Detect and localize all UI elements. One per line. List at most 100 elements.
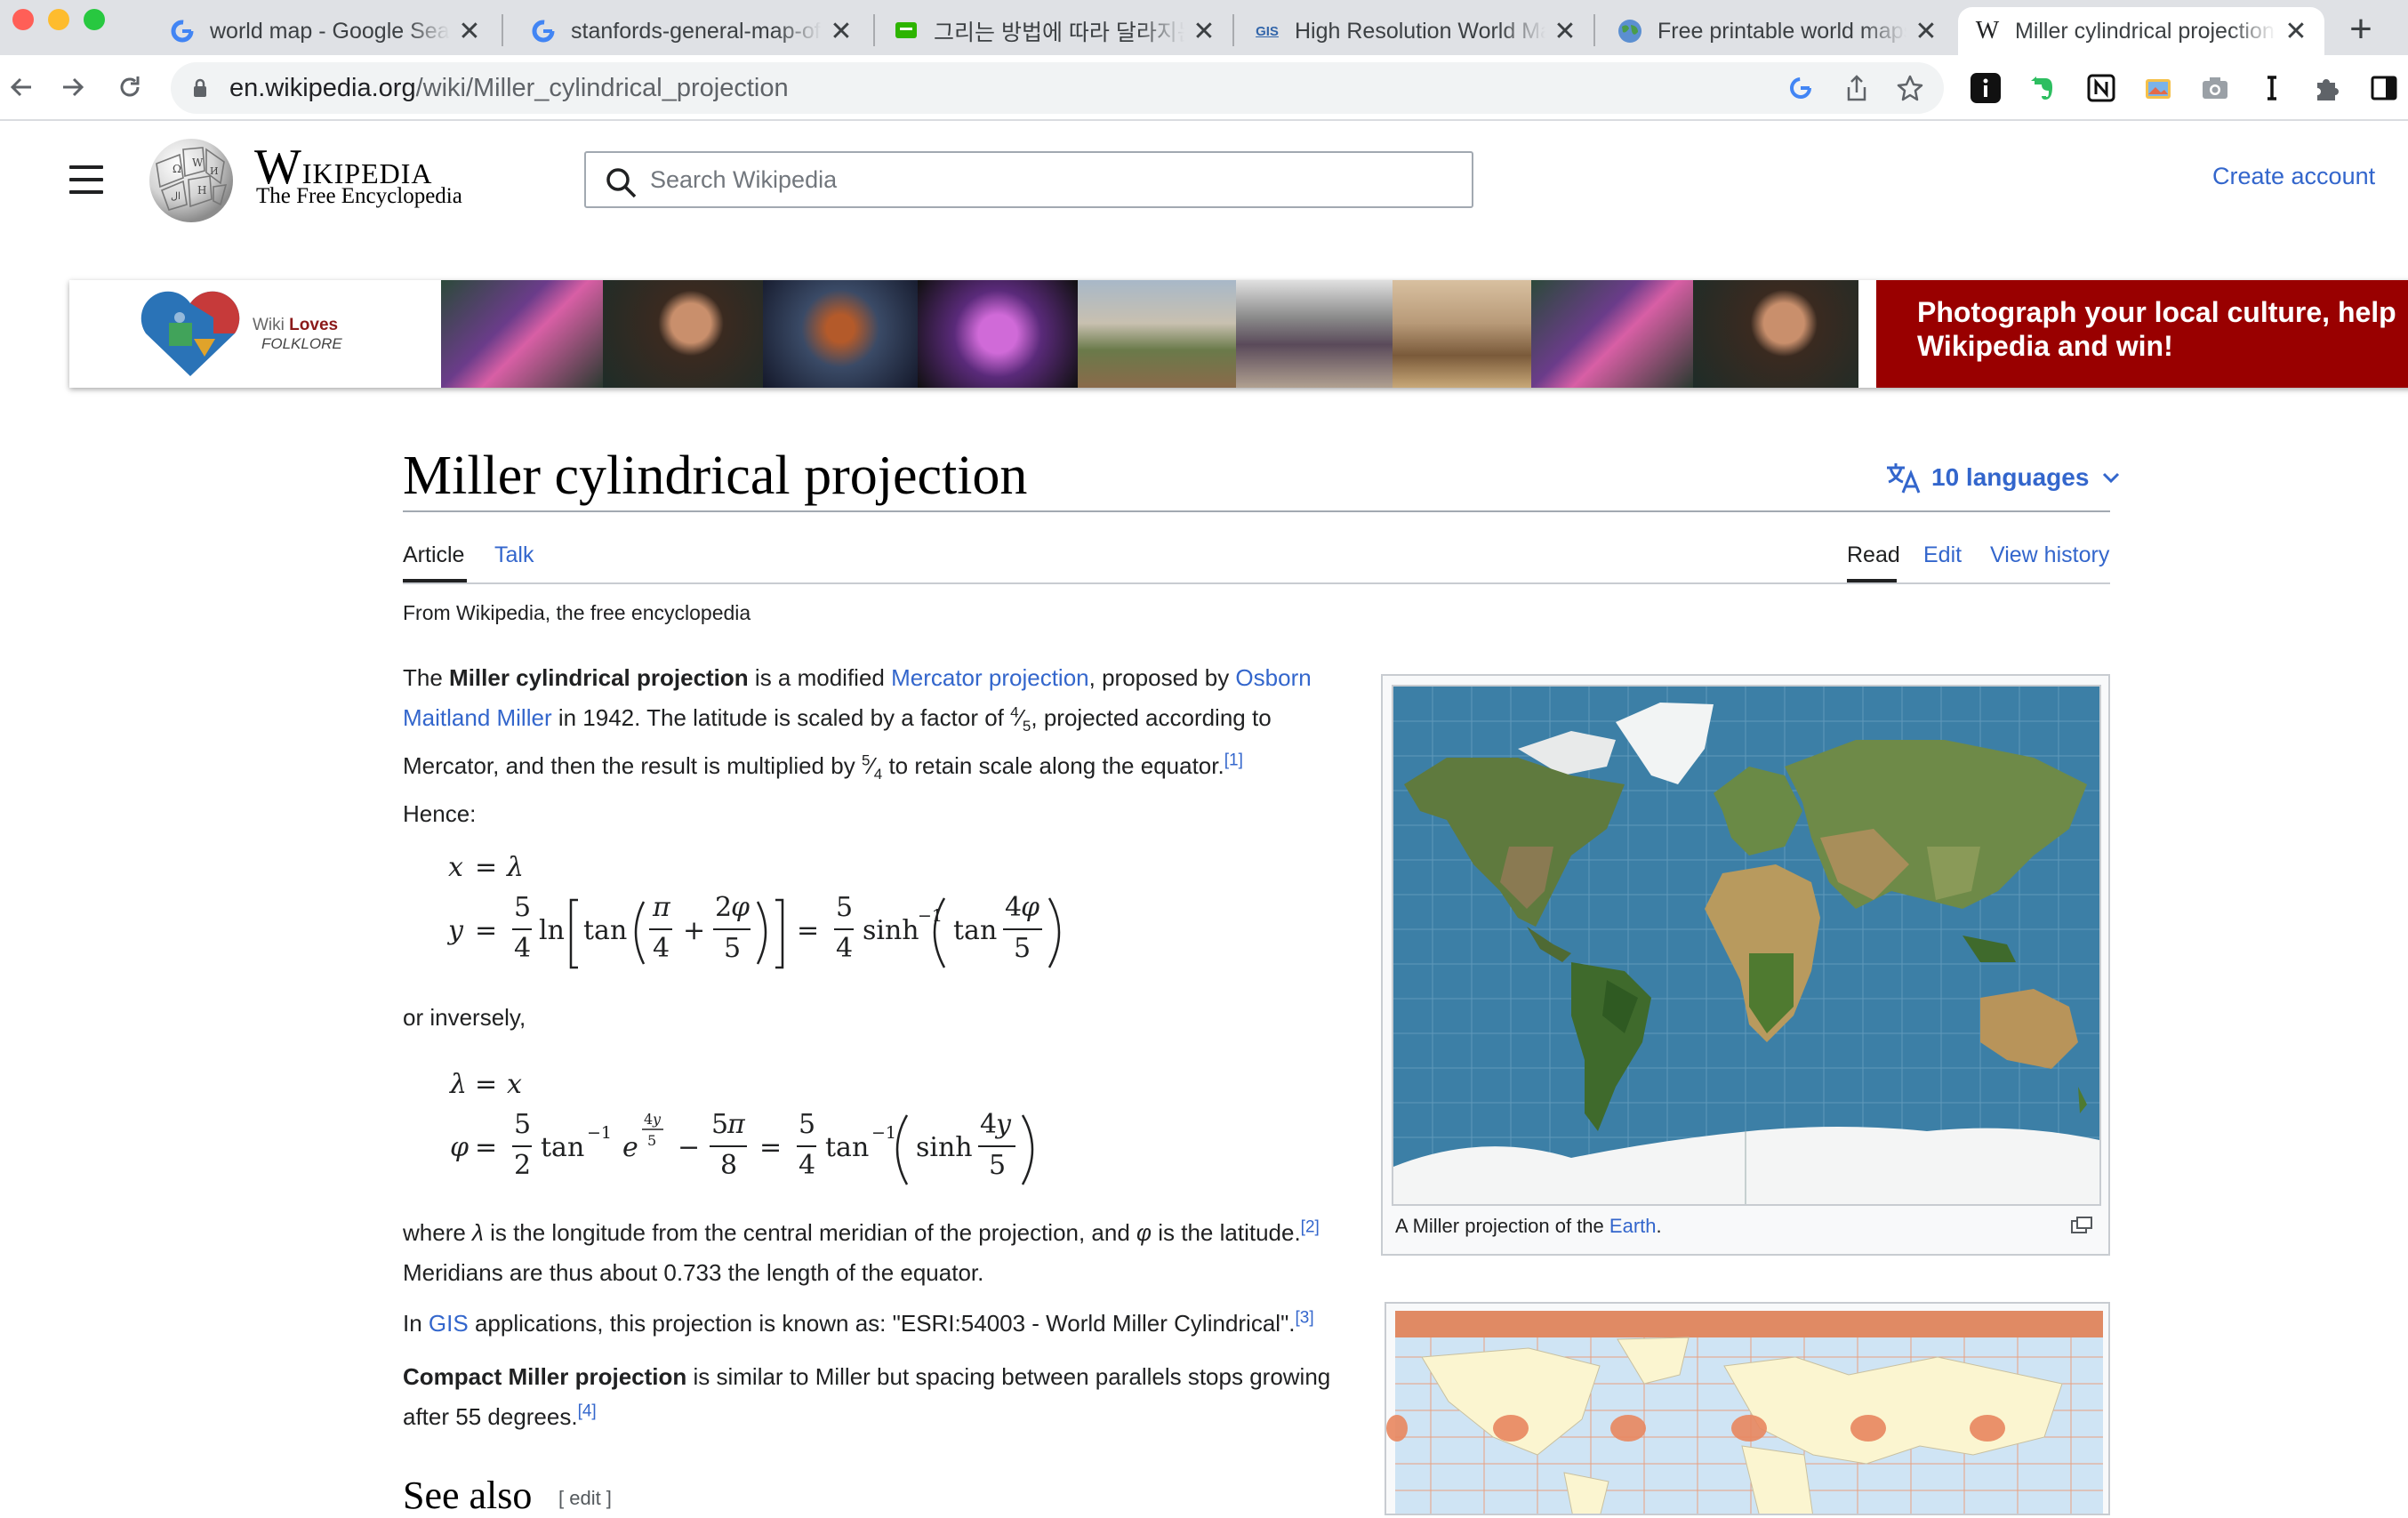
reference-2[interactable]: [2] (1301, 1217, 1320, 1236)
mercator-projection-link[interactable]: Mercator projection (891, 664, 1089, 691)
gis-paragraph: In GIS applications, this projection is … (403, 1308, 1314, 1337)
text-cursor-icon[interactable] (2253, 69, 2291, 107)
svg-text:x: x (448, 852, 463, 883)
evernote-icon[interactable] (2024, 69, 2061, 107)
wikipedia-globe-logo[interactable]: Ω W И H ال (148, 137, 235, 224)
tab-title: 그리는 방법에 따라 달라지는 세계지도 (934, 20, 1184, 45)
tab-close-icon[interactable]: ✕ (1553, 16, 1577, 47)
svg-text:φ: φ (1021, 892, 1039, 923)
globe-icon (1617, 18, 1643, 44)
share-icon[interactable] (1844, 74, 1869, 102)
gis-link[interactable]: GIS (429, 1310, 469, 1337)
enlarge-icon[interactable] (2071, 1217, 2092, 1234)
back-icon[interactable] (0, 66, 43, 108)
svg-text:=: = (475, 1132, 497, 1163)
tissot-map-thumbnail-box[interactable] (1385, 1302, 2110, 1515)
url-text[interactable]: en.wikipedia.org/wiki/Miller_cylindrical… (229, 74, 789, 103)
banner-photo (1078, 280, 1236, 388)
svg-text:8: 8 (720, 1150, 737, 1181)
reference-3[interactable]: [3] (1296, 1308, 1314, 1327)
banner-folklore: FOLKLORE (261, 335, 342, 352)
notion-icon[interactable] (2083, 69, 2120, 107)
reference-1[interactable]: [1] (1224, 751, 1243, 770)
maximize-window-button[interactable] (84, 9, 105, 30)
banner-photo (918, 280, 1078, 388)
info-extension-icon[interactable] (1967, 69, 2004, 107)
tissot-indicatrix-map (1386, 1311, 2103, 1514)
google-icon (169, 18, 196, 44)
svg-text:y: y (994, 1109, 1012, 1140)
svg-text:tan: tan (953, 915, 997, 946)
browser-tab[interactable]: 그리는 방법에 따라 달라지는 세계지도 ✕ (877, 7, 1232, 55)
new-tab-button[interactable]: + (2339, 7, 2383, 52)
wikipedia-tagline: The Free Encyclopedia (256, 184, 462, 208)
reload-icon[interactable] (108, 66, 151, 108)
banner-photo (1531, 280, 1693, 388)
svg-text:5: 5 (836, 892, 853, 923)
main-menu-icon[interactable] (69, 165, 103, 203)
browser-tab[interactable]: GIS High Resolution World Map ✕ (1238, 7, 1593, 55)
tab-read[interactable]: Read (1847, 542, 1900, 568)
search-box[interactable] (584, 151, 1473, 208)
browser-tab[interactable]: stanfords-general-map-of-the-world ✕ (514, 7, 870, 55)
earth-link[interactable]: Earth (1609, 1215, 1657, 1237)
google-lens-icon[interactable] (1787, 75, 1814, 101)
fraction-four-fifths: 4⁄5 (1010, 703, 1031, 735)
reference-4[interactable]: [4] (578, 1402, 597, 1420)
chevron-down-icon (2103, 472, 2120, 484)
tab-view-history[interactable]: View history (1990, 542, 2109, 568)
close-window-button[interactable] (12, 9, 34, 30)
wiki-loves-folklore-banner[interactable]: Wiki Loves FOLKLORE Photograph your loca… (69, 280, 2408, 388)
tab-talk[interactable]: Talk (494, 542, 534, 568)
banner-photo (763, 280, 918, 388)
inverse-formula: λ = x φ = 52 tan −1 e 4 y5 − 5π8 = 54 tan −… (449, 1069, 1034, 1185)
see-also-edit-link[interactable]: [ edit ] (558, 1487, 612, 1510)
camera-icon[interactable] (2196, 69, 2234, 107)
extensions-puzzle-icon[interactable] (2308, 69, 2346, 107)
browser-tab[interactable]: Free printable world maps ✕ (1601, 7, 1954, 55)
svg-text:x: x (507, 1069, 522, 1100)
active-tab-indicator (1847, 579, 1897, 582)
browser-tab[interactable]: world map - Google Search ✕ (153, 7, 498, 55)
tab-close-icon[interactable]: ✕ (1192, 16, 1216, 47)
browser-toolbar: en.wikipedia.org/wiki/Miller_cylindrical… (0, 55, 2408, 121)
lock-icon[interactable] (192, 77, 208, 99)
svg-text:e: e (622, 1132, 638, 1163)
wikipedia-icon: W (1975, 17, 2000, 44)
naver-blog-icon (893, 18, 919, 44)
svg-text:2: 2 (514, 1150, 531, 1181)
svg-text:+: + (683, 915, 705, 946)
svg-text:ال: ال (171, 190, 181, 202)
bookmark-star-icon[interactable] (1896, 74, 1924, 102)
tabs-divider (403, 582, 2110, 584)
svg-text:5: 5 (989, 1150, 1006, 1181)
tab-close-icon[interactable]: ✕ (2284, 16, 2308, 47)
search-input[interactable] (650, 162, 1450, 197)
svg-text:5: 5 (1014, 933, 1031, 964)
tab-article[interactable]: Article (403, 542, 464, 568)
tab-close-icon[interactable]: ✕ (829, 16, 854, 47)
svg-text:5: 5 (799, 1109, 815, 1140)
svg-text:4: 4 (1005, 892, 1022, 923)
tab-close-icon[interactable]: ✕ (457, 16, 482, 47)
world-map (1393, 687, 2099, 1204)
banner-cta[interactable]: Photograph your local culture, help Wiki… (1876, 280, 2408, 388)
tab-close-icon[interactable]: ✕ (1914, 16, 1938, 47)
tab-title: Free printable world maps (1658, 18, 1906, 44)
address-bar[interactable]: en.wikipedia.org/wiki/Miller_cylindrical… (171, 62, 1944, 114)
minimize-window-button[interactable] (48, 9, 69, 30)
tab-edit[interactable]: Edit (1923, 542, 1962, 568)
banner-photo (1693, 280, 1858, 388)
image-extension-icon[interactable] (2139, 69, 2177, 107)
languages-button[interactable]: 10 languages (1885, 461, 2121, 494)
sidebar-icon[interactable] (2365, 69, 2403, 107)
svg-text:И: И (210, 165, 219, 177)
tab-title: Miller cylindrical projection (2015, 18, 2275, 44)
forward-icon[interactable] (52, 66, 94, 108)
svg-text:π: π (726, 1109, 746, 1140)
browser-tab-active[interactable]: W Miller cylindrical projection ✕ (1958, 7, 2324, 55)
miller-projection-map-image[interactable] (1392, 685, 2101, 1206)
create-account-link[interactable]: Create account (2212, 163, 2375, 190)
banner-cta-text: Photograph your local culture, help Wiki… (1917, 296, 2396, 362)
gis-icon: GIS (1256, 23, 1279, 39)
